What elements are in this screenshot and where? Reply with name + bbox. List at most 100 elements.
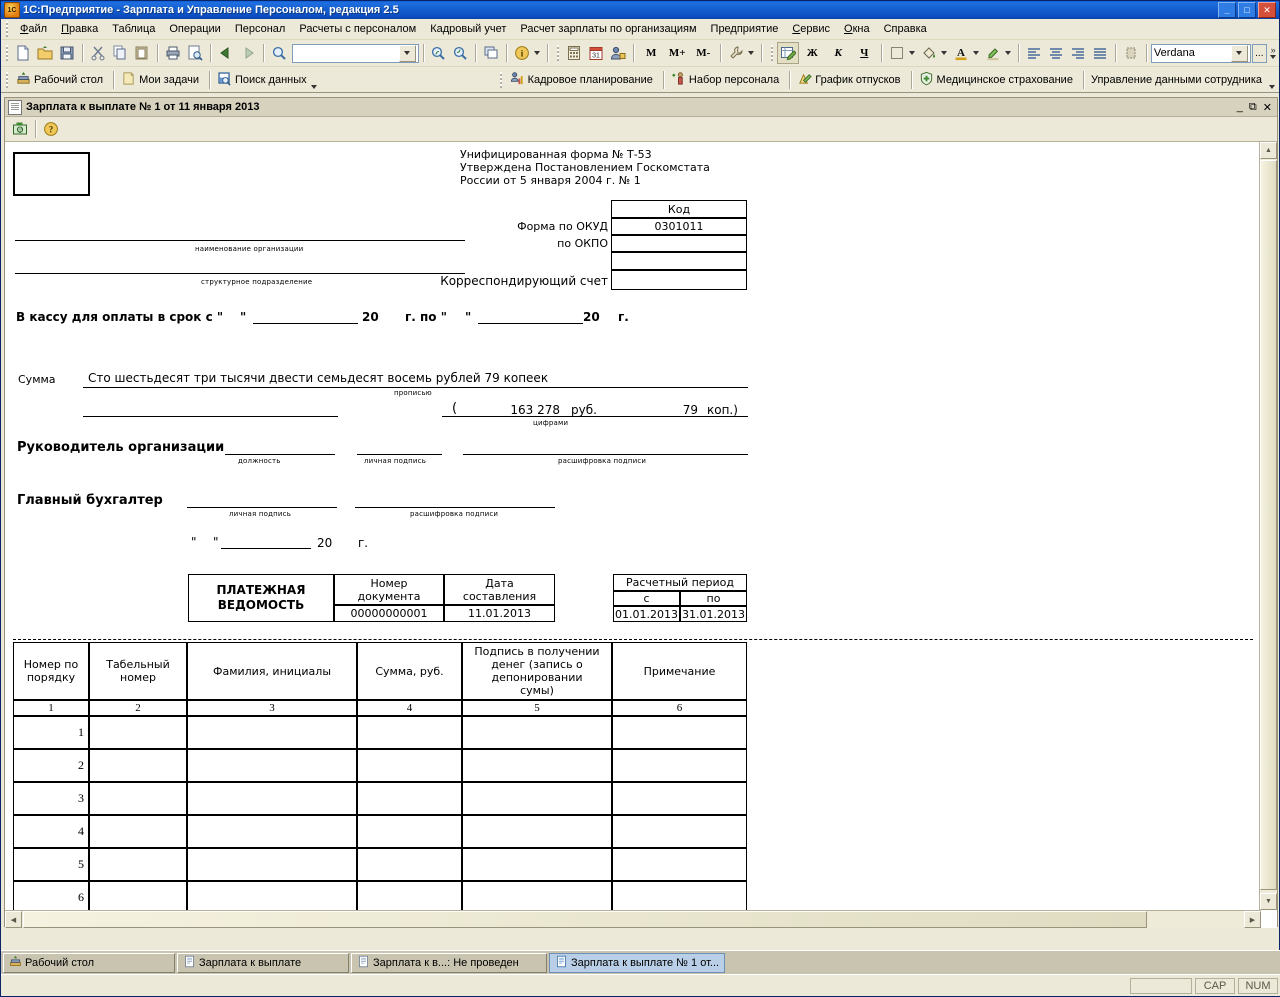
vertical-scrollbar[interactable]: ▲ ▼ bbox=[1259, 142, 1277, 910]
font-more-button[interactable]: ... bbox=[1251, 43, 1268, 63]
nav-desktop-button[interactable]: Рабочий стол bbox=[13, 70, 109, 90]
table-row[interactable] bbox=[89, 749, 187, 782]
wrench-icon[interactable] bbox=[725, 42, 747, 64]
chevron-down-icon[interactable] bbox=[748, 51, 755, 55]
copy-icon[interactable] bbox=[109, 42, 131, 64]
align-justify-icon[interactable] bbox=[1089, 42, 1111, 64]
table-row[interactable] bbox=[187, 848, 357, 881]
menu-help[interactable]: Справка bbox=[877, 21, 934, 37]
vertical-scroll-thumb[interactable] bbox=[1260, 160, 1277, 890]
document-close-button[interactable]: ✕ bbox=[1263, 101, 1272, 114]
calculator-icon[interactable] bbox=[563, 42, 585, 64]
calendar-icon[interactable]: 31 bbox=[585, 42, 607, 64]
redo-arrow-icon[interactable] bbox=[237, 42, 259, 64]
borders-icon[interactable] bbox=[886, 42, 908, 64]
toolbar-grip[interactable] bbox=[768, 45, 776, 61]
scroll-up-button[interactable]: ▲ bbox=[1260, 142, 1277, 159]
table-row[interactable] bbox=[462, 782, 612, 815]
taskbar-item-desktop[interactable]: Рабочий стол bbox=[3, 952, 175, 973]
menu-edit[interactable]: Правка bbox=[54, 21, 105, 37]
taskbar-item-salary-list[interactable]: Зарплата к выплате bbox=[177, 952, 349, 973]
underline-icon[interactable]: Ч bbox=[851, 43, 877, 63]
chevron-down-icon[interactable] bbox=[1005, 51, 1012, 55]
info-icon[interactable]: i bbox=[511, 42, 533, 64]
user-lock-icon[interactable] bbox=[607, 42, 629, 64]
print-icon[interactable] bbox=[162, 42, 184, 64]
taskbar-item-salary-print[interactable]: Зарплата к выплате № 1 от... bbox=[549, 952, 725, 973]
print-preview-icon[interactable] bbox=[184, 42, 206, 64]
find-icon[interactable] bbox=[268, 42, 290, 64]
table-row[interactable]: 6 bbox=[13, 881, 89, 910]
chevron-down-icon[interactable] bbox=[398, 44, 416, 62]
nav-medical-button[interactable]: Медицинское страхование bbox=[916, 70, 1079, 90]
menu-settlements[interactable]: Расчеты с персоналом bbox=[292, 21, 423, 37]
table-row[interactable] bbox=[89, 815, 187, 848]
memory-recall-button[interactable]: M bbox=[638, 43, 664, 63]
toolbar-grip[interactable] bbox=[554, 45, 562, 61]
table-row[interactable]: 3 bbox=[13, 782, 89, 815]
fill-color-icon[interactable] bbox=[918, 42, 940, 64]
font-name-combo[interactable]: Verdana bbox=[1150, 43, 1251, 63]
chevron-down-icon[interactable] bbox=[1269, 85, 1275, 89]
scroll-down-button[interactable]: ▼ bbox=[1260, 893, 1277, 910]
new-document-icon[interactable] bbox=[12, 42, 34, 64]
close-button[interactable]: ✕ bbox=[1258, 2, 1276, 18]
menu-windows[interactable]: Окна bbox=[837, 21, 877, 37]
table-row[interactable] bbox=[462, 716, 612, 749]
table-row[interactable] bbox=[612, 815, 747, 848]
menu-personnel[interactable]: Персонал bbox=[228, 21, 293, 37]
chevron-down-icon[interactable] bbox=[941, 51, 948, 55]
table-row[interactable] bbox=[462, 749, 612, 782]
table-row[interactable] bbox=[357, 782, 462, 815]
horizontal-scrollbar[interactable]: ◀ ▶ bbox=[5, 910, 1261, 928]
table-row[interactable] bbox=[357, 749, 462, 782]
minimize-button[interactable]: _ bbox=[1218, 2, 1236, 18]
document-minimize-button[interactable]: _ bbox=[1237, 101, 1243, 113]
nav-vacation-button[interactable]: График отпусков bbox=[794, 70, 906, 90]
table-row[interactable] bbox=[89, 848, 187, 881]
save-icon[interactable] bbox=[56, 42, 78, 64]
align-center-icon[interactable] bbox=[1045, 42, 1067, 64]
menu-hr-records[interactable]: Кадровый учет bbox=[423, 21, 513, 37]
cell-properties-icon[interactable] bbox=[1120, 42, 1142, 64]
menu-operations[interactable]: Операции bbox=[162, 21, 227, 37]
windows-cascade-icon[interactable] bbox=[480, 42, 502, 64]
align-right-icon[interactable] bbox=[1067, 42, 1089, 64]
italic-icon[interactable]: К bbox=[825, 43, 851, 63]
table-row[interactable] bbox=[187, 815, 357, 848]
table-row[interactable] bbox=[89, 716, 187, 749]
table-row[interactable] bbox=[462, 815, 612, 848]
table-row[interactable] bbox=[612, 782, 747, 815]
taskbar-item-salary-doc[interactable]: Зарплата к в...: Не проведен bbox=[351, 952, 547, 973]
table-row[interactable]: 4 bbox=[13, 815, 89, 848]
nav-mytasks-button[interactable]: Мои задачи bbox=[118, 70, 205, 90]
menu-service[interactable]: Сервис bbox=[785, 21, 837, 37]
toolbar-grip[interactable] bbox=[3, 45, 11, 61]
menu-payroll[interactable]: Расчет зарплаты по организациям bbox=[513, 21, 703, 37]
toolbar-grip[interactable] bbox=[496, 71, 505, 88]
table-row[interactable] bbox=[89, 881, 187, 910]
spreadsheet-area[interactable]: Унифицированная форма № Т-53 Утверждена … bbox=[5, 142, 1277, 928]
menu-grip[interactable] bbox=[3, 21, 11, 37]
nav-datasearch-button[interactable]: Поиск данных bbox=[214, 70, 326, 90]
print-report-icon[interactable]: @ bbox=[9, 118, 31, 140]
nav-recruiting-button[interactable]: Набор персонала bbox=[668, 70, 785, 90]
menu-enterprise[interactable]: Предприятие bbox=[704, 21, 786, 37]
table-row[interactable]: 5 bbox=[13, 848, 89, 881]
undo-arrow-icon[interactable] bbox=[215, 42, 237, 64]
zoom-out-icon[interactable] bbox=[449, 42, 471, 64]
menu-table[interactable]: Таблица bbox=[105, 21, 162, 37]
memory-add-button[interactable]: M+ bbox=[664, 43, 690, 63]
open-folder-icon[interactable] bbox=[34, 42, 56, 64]
table-row[interactable]: 2 bbox=[13, 749, 89, 782]
table-row[interactable] bbox=[612, 749, 747, 782]
memory-subtract-button[interactable]: M- bbox=[690, 43, 716, 63]
paste-icon[interactable] bbox=[131, 42, 153, 64]
search-input[interactable] bbox=[291, 43, 419, 63]
table-row[interactable] bbox=[187, 716, 357, 749]
highlight-color-icon[interactable] bbox=[982, 42, 1004, 64]
table-row[interactable] bbox=[187, 881, 357, 910]
nav-hrplanning-button[interactable]: Кадровое планирование bbox=[507, 70, 659, 90]
table-row[interactable] bbox=[357, 815, 462, 848]
maximize-button[interactable]: □ bbox=[1238, 2, 1256, 18]
